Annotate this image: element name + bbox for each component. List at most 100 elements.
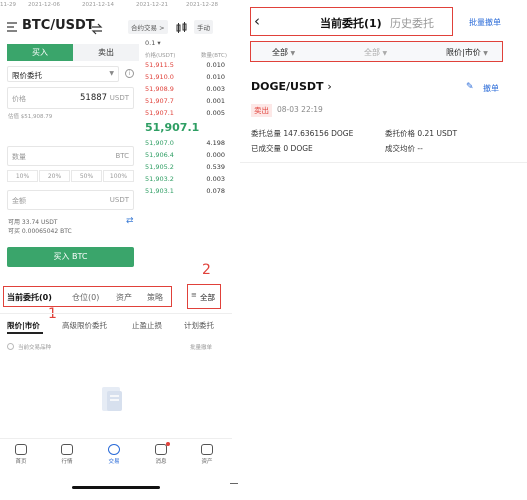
tab-take-profit-stop-loss[interactable]: 止盈止损: [132, 320, 162, 331]
nav-messages-label: 消息: [155, 459, 167, 465]
contract-trade-button[interactable]: 合约交易 >: [128, 20, 168, 34]
tab-order-history[interactable]: 历史委托: [390, 15, 434, 31]
batch-cancel-link[interactable]: 批量撤单: [190, 343, 212, 351]
swap-icon[interactable]: [91, 20, 103, 35]
chevron-down-icon: ▼: [109, 70, 114, 77]
divider: [240, 162, 527, 163]
quantity-unit: BTC: [115, 152, 129, 160]
price-estimate: 估值 $51,908.79: [8, 114, 53, 120]
price-input[interactable]: 价格 51887 USDT: [7, 87, 134, 109]
bid-price: 51,905.2: [145, 163, 174, 171]
tab-current-orders[interactable]: 当前委托(0): [7, 292, 52, 303]
nav-market[interactable]: 行情: [52, 444, 82, 465]
pair-title[interactable]: BTC/USDT: [22, 18, 95, 33]
pct-50-button[interactable]: 50%: [71, 170, 102, 182]
ask-qty: 0.010: [206, 73, 225, 81]
filter-type-value: 限价|市价: [446, 48, 481, 57]
date-axis: 11-29 2021-12-06 2021-12-14 2021-12-21 2…: [0, 2, 232, 10]
order-price: 委托价格 0.21 USDT: [385, 129, 458, 138]
nav-home-label: 首页: [15, 459, 27, 465]
pct-20-button[interactable]: 20%: [39, 170, 70, 182]
pair-header: BTC/USDT 合约交易 > 手动: [6, 18, 226, 38]
orders-screen: ‹ 当前委托(1) 历史委托 批量撤单 全部 ▼ 全部 ▼ 限价|市价 ▼ DO…: [240, 0, 527, 500]
order-book: 0.1 ▾ 价格(USDT) 数量(BTC) 51,911.5 0.010 51,…: [145, 37, 227, 247]
amount-input[interactable]: 金额 USDT: [7, 190, 134, 210]
price-value: 51887: [80, 93, 108, 103]
ask-price: 51,907.7: [145, 97, 174, 105]
ob-qty-header: 数量(BTC): [201, 53, 227, 59]
all-orders-button[interactable]: ≡ 全部: [187, 284, 221, 309]
nav-trade[interactable]: 交易: [99, 444, 129, 465]
filter-side[interactable]: 全部 ▼: [364, 47, 387, 58]
current-pair-label: 当前交易品种: [18, 345, 52, 351]
pct-100-button[interactable]: 100%: [103, 170, 134, 182]
nav-market-label: 行情: [61, 459, 73, 465]
manual-button[interactable]: 手动: [194, 20, 213, 34]
back-chevron-icon[interactable]: ‹: [254, 12, 260, 30]
order-type-select[interactable]: 限价委托 ▼: [7, 66, 119, 82]
trade-screen: 11-29 2021-12-06 2021-12-14 2021-12-21 2…: [0, 0, 232, 500]
bid-price: 51,903.1: [145, 187, 174, 195]
available-usdt: 可用 33.74 USDT: [8, 219, 58, 226]
date-tick: 2021-12-14: [82, 2, 114, 8]
current-pair-checkbox[interactable]: [7, 343, 14, 350]
amount-unit: USDT: [109, 196, 129, 204]
buy-btc-button[interactable]: 买入 BTC: [7, 247, 134, 267]
nav-home[interactable]: 首页: [6, 444, 36, 465]
buy-tab[interactable]: 买入: [7, 44, 73, 61]
tab-positions[interactable]: 仓位(0): [72, 292, 99, 303]
filter-pair-value: 全部: [272, 48, 288, 57]
tab-plan-order[interactable]: 计划委托: [184, 320, 214, 331]
ask-price: 51,911.5: [145, 61, 174, 69]
bid-qty: 0.078: [206, 187, 225, 195]
sell-tab[interactable]: 卖出: [73, 44, 139, 61]
tab-advanced-limit[interactable]: 高级限价委托: [62, 320, 107, 331]
precision-select[interactable]: 0.1 ▾: [145, 39, 161, 47]
ask-price: 51,907.1: [145, 109, 174, 117]
order-pair[interactable]: DOGE/USDT ›: [251, 80, 332, 93]
batch-cancel-button[interactable]: 批量撤单: [469, 17, 501, 28]
tab-assets[interactable]: 资产: [116, 292, 132, 303]
chevron-down-icon: ▼: [382, 50, 388, 57]
pct-10-button[interactable]: 10%: [7, 170, 38, 182]
candlestick-icon[interactable]: [176, 19, 188, 33]
all-orders-label: 全部: [200, 293, 215, 302]
order-type-value: 限价委托: [12, 71, 42, 80]
edit-icon[interactable]: ✎: [466, 82, 474, 92]
bid-qty: 0.539: [206, 163, 225, 171]
transfer-icon[interactable]: ⇄: [126, 216, 134, 226]
date-tick: 2021-12-28: [186, 2, 218, 8]
ask-qty: 0.005: [206, 109, 225, 117]
quantity-input[interactable]: 数量 BTC: [7, 146, 134, 166]
home-indicator: [72, 486, 160, 489]
info-icon[interactable]: i: [125, 69, 134, 78]
ask-qty: 0.001: [206, 97, 225, 105]
order-time: 08-03 22:19: [277, 105, 323, 114]
nav-divider: [0, 438, 232, 439]
side-badge: 卖出: [251, 104, 272, 117]
nav-messages[interactable]: 消息: [146, 444, 176, 465]
annotation-2: 2: [202, 262, 211, 278]
nav-assets[interactable]: 资产: [192, 444, 222, 465]
bid-qty: 0.000: [206, 151, 225, 159]
filter-type[interactable]: 限价|市价 ▼: [446, 47, 488, 58]
active-tab-indicator: [7, 332, 43, 334]
date-tick: 11-29: [0, 2, 16, 8]
last-price: 51,907.1: [145, 121, 200, 134]
ask-price: 51,908.9: [145, 85, 174, 93]
date-tick: 2021-12-21: [136, 2, 168, 8]
order-pair-label: DOGE/USDT: [251, 80, 324, 93]
bid-price: 51,906.4: [145, 151, 174, 159]
filter-pair[interactable]: 全部 ▼: [272, 47, 295, 58]
chevron-right-icon: ›: [327, 80, 332, 93]
price-unit: USDT: [109, 94, 129, 102]
ask-qty: 0.010: [206, 61, 225, 69]
bid-qty: 0.003: [206, 175, 225, 183]
tab-current-orders[interactable]: 当前委托(1): [320, 15, 382, 31]
tab-strategy[interactable]: 策略: [147, 292, 163, 303]
tab-limit-market[interactable]: 限价|市价: [7, 320, 40, 331]
menu-icon[interactable]: [6, 19, 18, 33]
ask-qty: 0.003: [206, 85, 225, 93]
cancel-order-button[interactable]: 撤单: [483, 83, 499, 94]
wallet-icon: [201, 444, 213, 455]
